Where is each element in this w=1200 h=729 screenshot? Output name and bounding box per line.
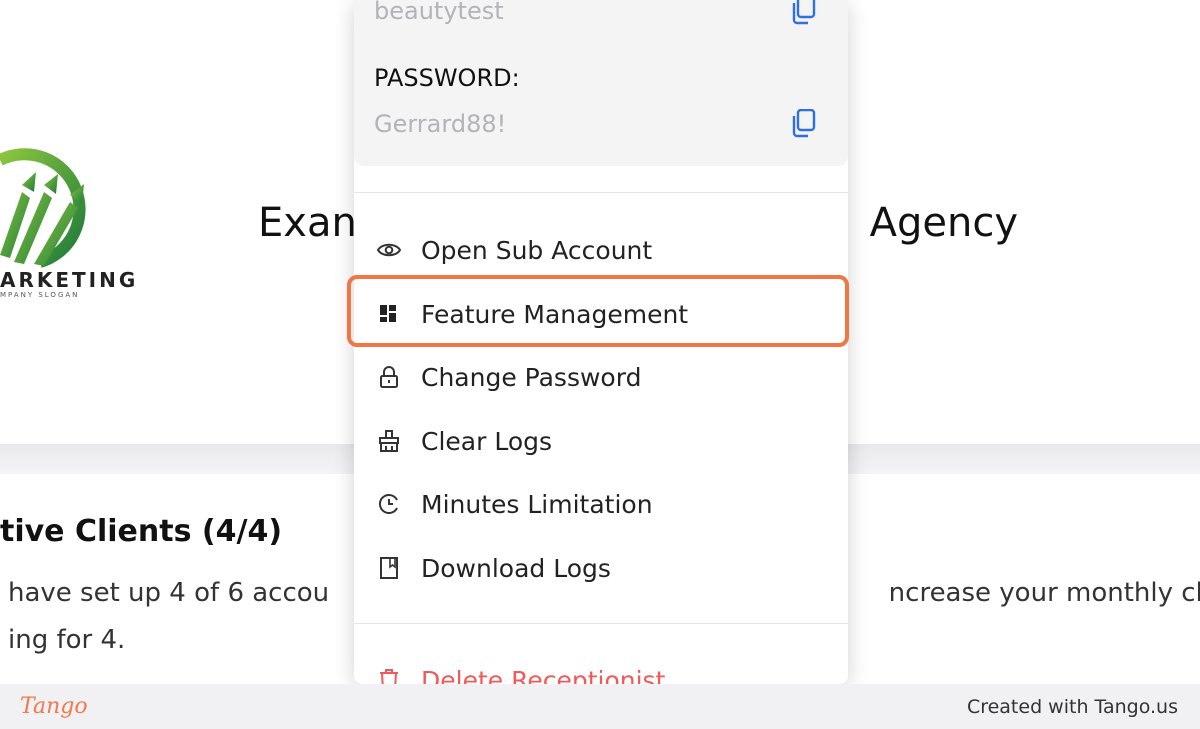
menu-item-download-logs[interactable]: Download Logs xyxy=(354,538,848,598)
menu-item-minutes-limitation[interactable]: Minutes Limitation xyxy=(354,474,848,534)
agency-title-right: Agency xyxy=(869,200,1018,246)
description-line1-left: have set up 4 of 6 accou xyxy=(8,578,330,608)
menu-item-label: Minutes Limitation xyxy=(421,489,653,519)
active-clients-heading: tive Clients (4/4) xyxy=(0,514,283,549)
clock-icon xyxy=(376,491,402,517)
dashboard-icon xyxy=(376,301,402,327)
copy-password-icon[interactable] xyxy=(791,109,817,139)
menu-item-label: Feature Management xyxy=(421,299,689,329)
footer-credit[interactable]: Created with Tango.us xyxy=(967,696,1178,718)
credentials-box: beautytest PASSWORD: Gerrard88! xyxy=(354,0,848,166)
password-label: PASSWORD: xyxy=(374,64,520,92)
menu-item-delete-receptionist[interactable]: Delete Receptionist xyxy=(354,650,848,684)
logo-wordmark: ARKETING xyxy=(0,268,139,292)
menu-item-label: Delete Receptionist xyxy=(421,665,666,685)
description-line1-right: ncrease your monthly cha xyxy=(888,578,1200,608)
menu-item-clear-logs[interactable]: Clear Logs xyxy=(354,411,848,471)
tango-footer: Tango Created with Tango.us xyxy=(0,684,1200,729)
agency-title-left: Exan xyxy=(258,200,357,246)
eye-icon xyxy=(376,237,402,263)
menu-item-change-password[interactable]: Change Password xyxy=(354,347,848,407)
tango-logo[interactable]: Tango xyxy=(20,694,88,719)
menu-separator xyxy=(354,192,848,193)
copy-username-icon[interactable] xyxy=(791,0,817,26)
menu-item-label: Open Sub Account xyxy=(421,235,653,265)
description-line2: ing for 4. xyxy=(8,625,126,655)
lock-icon xyxy=(376,364,402,390)
logo-slogan: MPANY SLOGAN xyxy=(0,291,80,299)
receptionist-actions-menu: beautytest PASSWORD: Gerrard88! Open Sub… xyxy=(354,0,848,684)
menu-item-open-sub-account[interactable]: Open Sub Account xyxy=(354,220,848,280)
broom-icon xyxy=(376,428,402,454)
menu-separator xyxy=(354,623,848,624)
username-value: beautytest xyxy=(374,0,504,25)
book-icon xyxy=(376,555,402,581)
menu-item-label: Clear Logs xyxy=(421,426,553,456)
trash-icon xyxy=(376,667,402,684)
menu-item-label: Download Logs xyxy=(421,553,611,583)
password-value: Gerrard88! xyxy=(374,110,507,138)
menu-item-feature-management[interactable]: Feature Management xyxy=(354,284,848,344)
menu-item-label: Change Password xyxy=(421,362,642,392)
